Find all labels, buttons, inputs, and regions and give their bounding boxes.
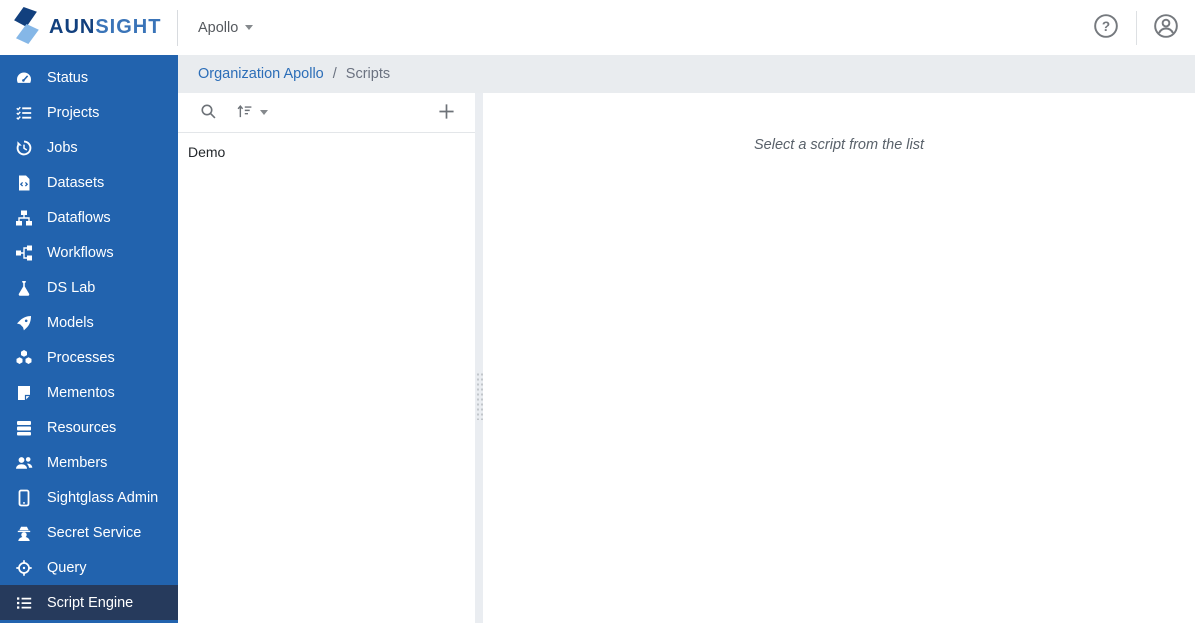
header-actions: ?: [1093, 10, 1195, 45]
sidebar-item-label: Mementos: [47, 384, 115, 401]
sidebar: Status Projects Jobs Datasets Dataflows Workf…: [0, 55, 178, 623]
sidebar-item-secret-service[interactable]: Secret Service: [0, 515, 178, 550]
sidebar-item-ds-lab[interactable]: DS Lab: [0, 270, 178, 305]
sticky-note-icon: [14, 384, 34, 402]
sort-button[interactable]: [236, 103, 268, 123]
flask-icon: [14, 279, 34, 297]
sidebar-item-workflows[interactable]: Workflows: [0, 235, 178, 270]
sidebar-item-label: Datasets: [47, 174, 105, 191]
tablet-icon: [14, 489, 34, 507]
cubes-icon: [14, 349, 34, 367]
header-divider: [1136, 10, 1137, 45]
brand-wordmark: AUNSIGHT: [49, 16, 162, 38]
scripts-toolbar: [178, 93, 475, 133]
sidebar-item-mementos[interactable]: Mementos: [0, 375, 178, 410]
search-icon: [200, 103, 217, 123]
empty-state-message: Select a script from the list: [753, 137, 925, 153]
sort-ascending-icon: [236, 103, 253, 123]
sidebar-item-label: Status: [47, 69, 89, 86]
caret-down-icon: [245, 25, 254, 30]
sidebar-item-models[interactable]: Models: [0, 305, 178, 340]
search-button[interactable]: [200, 103, 217, 123]
user-secret-icon: [14, 524, 34, 542]
gauge-icon: [14, 69, 34, 87]
aunsight-logo-icon: [11, 6, 40, 49]
main-panel: Select a script from the list: [483, 93, 1195, 623]
sidebar-item-label: Dataflows: [47, 209, 111, 226]
breadcrumb-org-link[interactable]: Organization Apollo: [198, 66, 324, 82]
help-icon: ?: [1093, 13, 1119, 42]
sidebar-item-label: Workflows: [47, 244, 114, 261]
grip-dots-icon: [475, 371, 483, 420]
sidebar-item-label: Resources: [47, 419, 117, 436]
sidebar-item-label: Sightglass Admin: [47, 489, 159, 506]
sidebar-item-label: Processes: [47, 349, 115, 366]
sidebar-item-script-engine[interactable]: Script Engine: [0, 585, 178, 620]
add-script-button[interactable]: [438, 103, 455, 123]
sidebar-item-dataflows[interactable]: Dataflows: [0, 200, 178, 235]
script-list: Demo: [178, 133, 475, 162]
breadcrumb-separator: /: [332, 66, 337, 82]
sidebar-item-query[interactable]: Query: [0, 550, 178, 585]
sidebar-item-label: Secret Service: [47, 524, 142, 541]
server-icon: [14, 419, 34, 437]
breadcrumb-current: Scripts: [345, 66, 391, 82]
content-area: Demo Select a script from the list: [178, 93, 1195, 623]
brand: AUNSIGHT: [0, 6, 177, 49]
sidebar-item-label: DS Lab: [47, 279, 96, 296]
crosshairs-icon: [14, 559, 34, 577]
org-selector-label: Apollo: [198, 19, 239, 36]
sidebar-item-label: Jobs: [47, 139, 78, 156]
aunsight-app: AUNSIGHT Apollo ? Status Projects Jobs D…: [0, 0, 1195, 623]
sidebar-item-resources[interactable]: Resources: [0, 410, 178, 445]
shuttle-icon: [14, 314, 34, 332]
plus-icon: [438, 103, 455, 123]
list-icon: [14, 594, 34, 612]
script-list-item[interactable]: Demo: [188, 142, 475, 162]
sidebar-item-processes[interactable]: Processes: [0, 340, 178, 375]
flow-icon: [14, 244, 34, 262]
app-header: AUNSIGHT Apollo ?: [0, 0, 1195, 55]
sidebar-item-label: Members: [47, 454, 108, 471]
sitemap-icon: [14, 209, 34, 227]
org-selector-dropdown[interactable]: Apollo: [198, 19, 254, 36]
svg-text:?: ?: [1102, 19, 1110, 34]
sidebar-item-label: Projects: [47, 104, 100, 121]
sidebar-item-datasets[interactable]: Datasets: [0, 165, 178, 200]
account-icon: [1153, 13, 1179, 42]
task-list-icon: [14, 104, 34, 122]
sidebar-item-label: Script Engine: [47, 594, 134, 611]
sidebar-item-label: Query: [47, 559, 87, 576]
panel-resize-handle[interactable]: [475, 93, 483, 623]
header-divider: [177, 9, 178, 46]
sidebar-item-label: Models: [47, 314, 94, 331]
help-button[interactable]: ?: [1093, 13, 1119, 42]
history-icon: [14, 139, 34, 157]
sidebar-item-jobs[interactable]: Jobs: [0, 130, 178, 165]
sidebar-item-members[interactable]: Members: [0, 445, 178, 480]
file-code-icon: [14, 174, 34, 192]
breadcrumb: Organization Apollo / Scripts: [178, 55, 1195, 93]
sidebar-item-status[interactable]: Status: [0, 60, 178, 95]
caret-down-icon: [260, 110, 268, 115]
sidebar-item-projects[interactable]: Projects: [0, 95, 178, 130]
scripts-list-panel: Demo: [178, 93, 475, 623]
sidebar-item-sightglass-admin[interactable]: Sightglass Admin: [0, 480, 178, 515]
account-button[interactable]: [1153, 13, 1179, 42]
users-icon: [14, 454, 34, 472]
